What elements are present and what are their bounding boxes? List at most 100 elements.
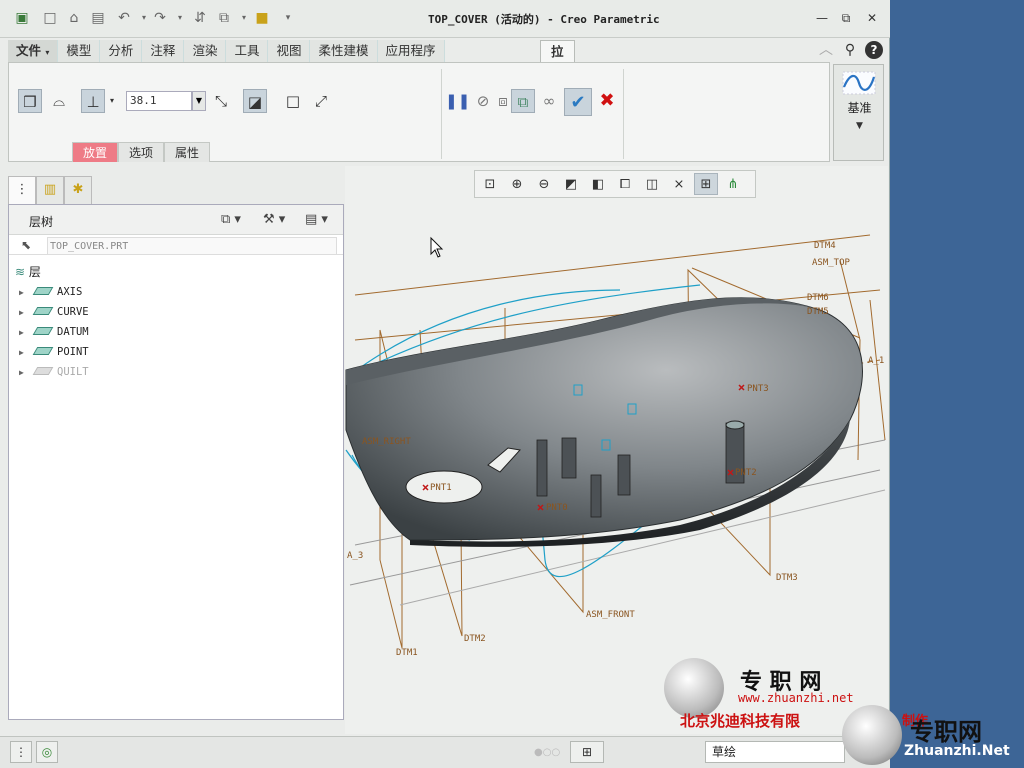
watermark-corner-ball [842, 705, 902, 765]
layer-item-quilt[interactable]: ▶ QUILT [19, 363, 89, 381]
show-settings-icon[interactable]: ▤ ▾ [305, 211, 328, 229]
pause-icon[interactable]: ❚❚ [445, 89, 470, 113]
layer-item-curve[interactable]: ▶ CURVE [19, 303, 89, 321]
expand-icon[interactable]: ▶ [19, 324, 31, 342]
display-style-icon[interactable]: ◧ [586, 173, 610, 195]
tab-tools[interactable]: 工具 [226, 40, 269, 62]
ribbon-tabs: 文件 ▾ 模型 分析 注释 渲染 工具 视图 柔性建模 应用程序 拉伸 [8, 40, 575, 81]
close-icon[interactable]: ✕ [864, 10, 880, 26]
layer-tools-icon[interactable]: ⚒ ▾ [263, 211, 285, 229]
depth-option-dropdown-icon[interactable]: ▾ [105, 89, 119, 113]
expand-icon[interactable]: ▶ [19, 304, 31, 322]
tab-analysis[interactable]: 分析 [100, 40, 143, 62]
status-bar: ⋮ ◎ ●○○ ⊞ 草绘 [0, 736, 890, 768]
depth-dropdown-icon[interactable]: ▼ [192, 91, 206, 111]
zoom-in-icon[interactable]: ⊕ [505, 173, 529, 195]
active-model-select[interactable]: TOP_COVER.PRT [47, 237, 337, 255]
tab-view[interactable]: 视图 [268, 40, 311, 62]
datum-curve-icon [842, 71, 876, 95]
layer-item-datum[interactable]: ▶ DATUM [19, 323, 89, 341]
solid-icon[interactable]: ❒ [18, 89, 42, 113]
restore-icon[interactable]: ⧉ [838, 10, 854, 26]
browser-toggle-icon[interactable]: ◎ [36, 741, 58, 763]
folder-browser-tab-icon[interactable]: ▥ [36, 176, 64, 204]
tab-applications[interactable]: 应用程序 [377, 40, 445, 62]
thicken-sketch-icon[interactable]: □ [281, 89, 305, 113]
detached-preview-icon[interactable]: ⧉ [511, 89, 535, 113]
tree-root-label: 层 [28, 265, 41, 279]
tab-flexible-modeling[interactable]: 柔性建模 [310, 40, 378, 62]
close-window-icon[interactable]: ■ [252, 8, 272, 28]
redo-dropdown-icon[interactable]: ▾ [170, 8, 190, 28]
zoom-out-icon[interactable]: ⊖ [532, 173, 556, 195]
undo-icon[interactable]: ↶ [114, 8, 134, 28]
view-manager-icon[interactable]: ◫ [640, 173, 664, 195]
layer-item-axis[interactable]: ▶ AXIS [19, 283, 82, 301]
watermark-corner-cn: 专职网 [910, 718, 982, 746]
flip-direction-icon[interactable]: ⤡ [209, 89, 233, 113]
label-dtm2: DTM2 [464, 634, 486, 644]
saved-views-icon[interactable]: ⧠ [613, 173, 637, 195]
pointer-icon: ⬉ [21, 238, 32, 252]
new-icon[interactable]: □ [40, 8, 60, 28]
flip-material-icon[interactable]: ⤢ [309, 89, 333, 113]
minimize-icon[interactable]: — [814, 10, 830, 26]
graphics-area[interactable]: DTM4 ASM_TOP DTM6 DTM5 A_1 PNT3 PNT2 PNT… [345, 166, 888, 734]
layer-label: POINT [57, 346, 89, 358]
repaint-icon[interactable]: ◩ [559, 173, 583, 195]
find-icon[interactable]: ⊞ [570, 741, 604, 763]
tab-annotate[interactable]: 注释 [142, 40, 185, 62]
subtab-options[interactable]: 选项 [118, 142, 165, 162]
navigator-toggle-icon[interactable]: ⋮ [10, 741, 32, 763]
tree-root[interactable]: ≋ 层 [15, 263, 41, 280]
layers-icon[interactable]: ⧉ ▾ [221, 211, 241, 229]
tab-file[interactable]: 文件 ▾ [8, 40, 59, 62]
navigator-tabs: ⋮ ▥ ✱ [8, 176, 92, 204]
verify-icon[interactable]: ∞ [537, 89, 561, 113]
window-icon[interactable]: ▣ [12, 8, 32, 28]
datum-display-icon[interactable]: ⨯ [667, 173, 691, 195]
datum-group-button[interactable]: 基准 ▼ [833, 64, 884, 161]
tab-model[interactable]: 模型 [58, 40, 101, 62]
ribbon-separator [441, 69, 442, 159]
subtab-properties[interactable]: 属性 [164, 142, 211, 162]
depth-input[interactable]: 38.1 [126, 91, 192, 111]
surface-icon[interactable]: ⌓ [47, 89, 71, 113]
refit-icon[interactable]: ⊡ [478, 173, 502, 195]
annotation-display-icon[interactable]: ⊞ [694, 173, 718, 195]
layer-item-point[interactable]: ▶ POINT [19, 343, 89, 361]
redo-icon[interactable]: ↷ [150, 8, 170, 28]
windows-dropdown-icon[interactable]: ▾ [234, 8, 254, 28]
label-pnt2: PNT2 [735, 468, 757, 478]
subtab-placement[interactable]: 放置 [72, 142, 119, 162]
expand-icon[interactable]: ▶ [19, 284, 31, 302]
help-icon[interactable]: ? [865, 41, 883, 59]
open-icon[interactable]: ⌂ [64, 8, 84, 28]
depth-option-icon[interactable]: ⊥ [81, 89, 105, 113]
tab-extrude[interactable]: 拉伸 [540, 40, 575, 81]
windows-icon[interactable]: ⧉ [214, 8, 234, 28]
apply-ok-icon[interactable]: ✔ [564, 88, 592, 116]
tab-render[interactable]: 渲染 [184, 40, 227, 62]
expand-icon[interactable]: ▶ [19, 344, 31, 362]
panel-header: 层树 ⧉ ▾ ⚒ ▾ ▤ ▾ [9, 205, 343, 235]
selection-filter[interactable]: 草绘 [705, 741, 845, 763]
panel-title: 层树 [29, 215, 54, 229]
layer-icon [32, 347, 54, 355]
cancel-icon[interactable]: ✖ [595, 89, 619, 113]
label-dtm5: DTM5 [807, 307, 829, 317]
model-tree-tab-icon[interactable]: ⋮ [8, 176, 36, 204]
remove-material-icon[interactable]: ◪ [243, 89, 267, 113]
regenerate-icon[interactable]: ⇵ [190, 8, 210, 28]
favorites-tab-icon[interactable]: ✱ [64, 176, 92, 204]
customize-icon[interactable]: ▾ [278, 8, 298, 28]
search-icon[interactable]: ⚲ [841, 41, 859, 59]
chevron-down-icon: ▼ [856, 121, 863, 131]
layer-icon [32, 367, 54, 375]
save-icon[interactable]: ▤ [88, 8, 108, 28]
spin-center-icon[interactable]: ⋔ [721, 173, 745, 195]
label-pnt3: PNT3 [747, 384, 769, 394]
graphics-toolbar: ⊡ ⊕ ⊖ ◩ ◧ ⧠ ◫ ⨯ ⊞ ⋔ [474, 170, 756, 198]
collapse-ribbon-icon[interactable]: ︿ [817, 41, 835, 59]
expand-icon[interactable]: ▶ [19, 364, 31, 382]
